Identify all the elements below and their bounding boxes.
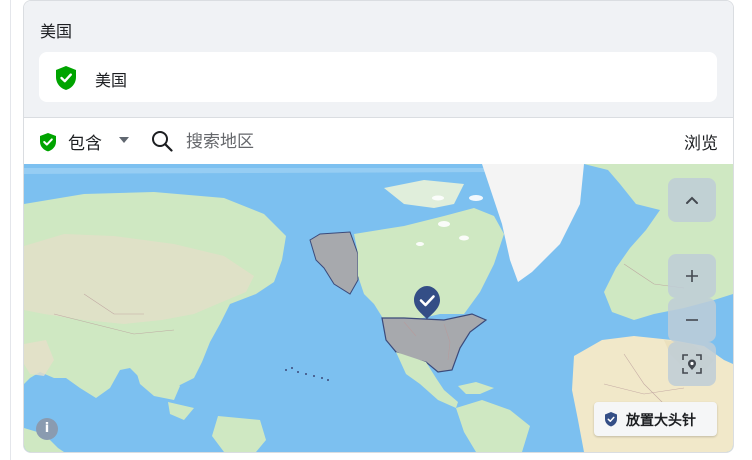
zoom-in-icon <box>686 270 698 282</box>
locate-button[interactable] <box>668 342 716 386</box>
location-search-input[interactable] <box>184 124 588 160</box>
pin-icon <box>605 412 617 427</box>
zoom-out-icon <box>686 319 698 321</box>
location-targeting-panel: 美国 美国 包含 浏览 <box>23 0 734 453</box>
include-mode-label: 包含 <box>68 134 102 154</box>
collapse-map-button[interactable] <box>668 178 716 222</box>
zoom-out-button[interactable] <box>668 298 716 342</box>
drop-pin-button[interactable]: 放置大头针 <box>594 402 717 436</box>
location-toolbar: 包含 浏览 <box>24 117 733 165</box>
selected-group-title: 美国 <box>40 22 73 41</box>
drop-pin-label: 放置大头针 <box>626 413 696 429</box>
selected-location-label: 美国 <box>95 71 128 90</box>
include-shield-icon <box>40 133 56 152</box>
selected-locations-section: 美国 美国 <box>24 1 733 117</box>
search-icon <box>152 131 173 152</box>
locate-icon <box>682 354 702 374</box>
chevron-up-icon <box>686 196 698 204</box>
browse-button[interactable]: 浏览 <box>684 129 718 154</box>
info-icon[interactable]: i <box>36 418 58 440</box>
left-divider <box>10 0 11 460</box>
zoom-in-button[interactable] <box>668 254 716 298</box>
chevron-down-icon[interactable] <box>117 135 131 145</box>
location-map[interactable]: 放置大头针 i <box>24 164 733 452</box>
include-shield-icon <box>56 66 76 90</box>
selected-location-item[interactable]: 美国 <box>39 52 717 102</box>
